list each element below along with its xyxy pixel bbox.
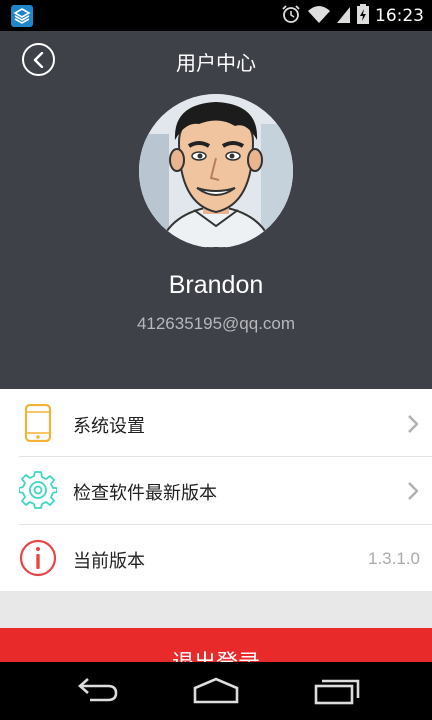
avatar[interactable] [139,94,293,248]
system-nav-bar [0,662,432,720]
menu-item-label: 系统设置 [73,416,145,437]
page-title: 用户中心 [176,51,256,75]
profile-header: 用户中心 Brandon 412635195@qq.com [0,31,432,389]
menu-item-check-update[interactable]: 检查软件最新版本 [0,457,432,524]
alarm-icon [281,4,301,28]
chevron-right-icon [408,415,418,433]
menu-item-system-settings[interactable]: 系统设置 [0,390,432,457]
home-nav-icon[interactable] [192,676,240,706]
chevron-right-icon [408,482,418,500]
menu-item-label: 检查软件最新版本 [73,483,217,504]
signal-icon [337,4,351,28]
app-notification-icon [11,5,33,27]
wifi-icon [307,4,331,28]
status-bar: 16:23 [0,0,432,31]
menu-item-current-version: 当前版本 1.3.1.0 [0,525,432,592]
status-time: 16:23 [375,5,424,26]
info-icon [19,539,57,577]
version-value: 1.3.1.0 [368,549,420,568]
recents-nav-icon[interactable] [313,676,361,706]
username: Brandon [168,271,264,299]
gear-icon [19,471,57,509]
battery-icon [357,3,369,28]
menu-item-label: 当前版本 [73,551,145,572]
email: 412635195@qq.com [136,314,296,333]
phone-icon [24,404,52,442]
back-nav-icon[interactable] [72,676,120,706]
settings-list: 系统设置 检查软件最新版本 当前版本 1.3.1.0 [0,389,432,591]
